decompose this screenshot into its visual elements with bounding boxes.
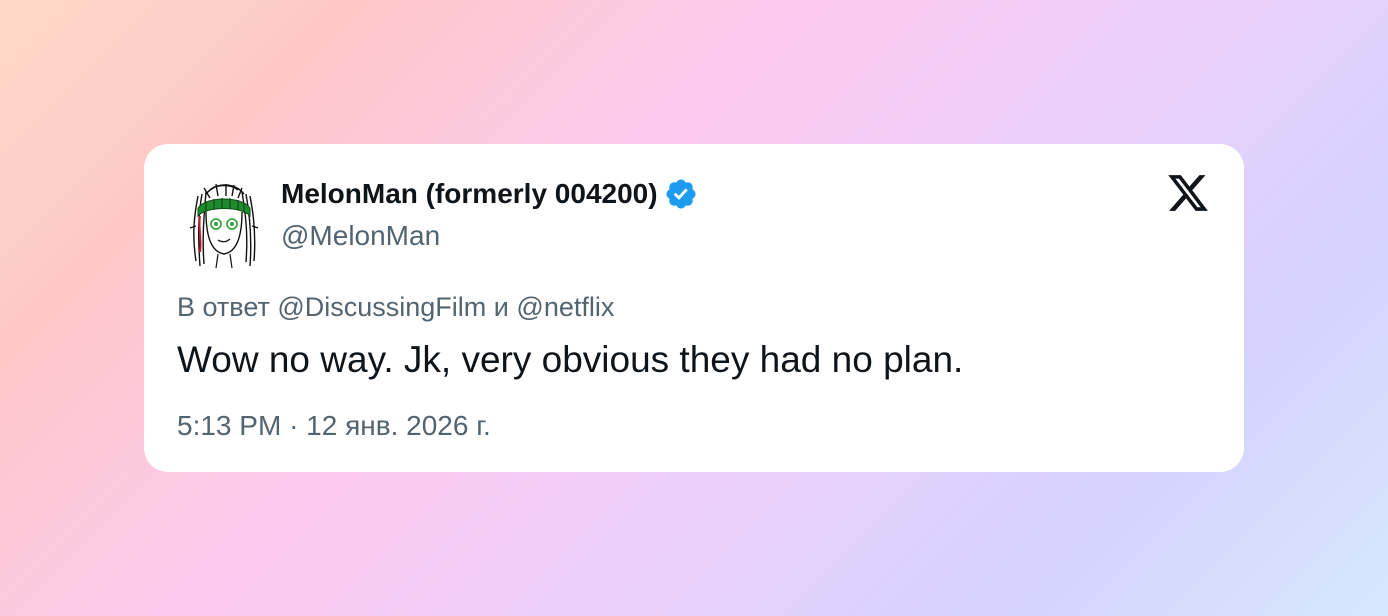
tweet-text: Wow no way. Jk, very obvious they had no… bbox=[177, 339, 964, 380]
tweet-card: MelonMan (formerly 004200) @MelonMan В о… bbox=[144, 144, 1244, 472]
avatar[interactable] bbox=[176, 176, 272, 272]
author-handle[interactable]: @MelonMan bbox=[281, 220, 440, 252]
reply-mention-discussingfilm[interactable]: @DiscussingFilm bbox=[277, 292, 486, 322]
reply-conjunction: и bbox=[493, 292, 509, 322]
reply-mention-netflix[interactable]: @netflix bbox=[516, 292, 614, 322]
tweet-date: 12 янв. 2026 г. bbox=[306, 410, 491, 441]
reply-context: В ответ @DiscussingFilm и @netflix bbox=[177, 292, 614, 323]
verified-badge-icon bbox=[664, 177, 698, 211]
tweet-timestamp[interactable]: 5:13 PM · 12 янв. 2026 г. bbox=[177, 410, 491, 442]
tweet-time: 5:13 PM bbox=[177, 410, 282, 441]
reply-prefix: В ответ bbox=[177, 292, 270, 322]
author-name-row: MelonMan (formerly 004200) bbox=[281, 176, 698, 212]
x-logo-icon[interactable] bbox=[1166, 171, 1210, 215]
timestamp-separator: · bbox=[289, 410, 299, 441]
melon-head-avatar-icon bbox=[189, 183, 259, 269]
author-display-name[interactable]: MelonMan (formerly 004200) bbox=[281, 178, 658, 210]
